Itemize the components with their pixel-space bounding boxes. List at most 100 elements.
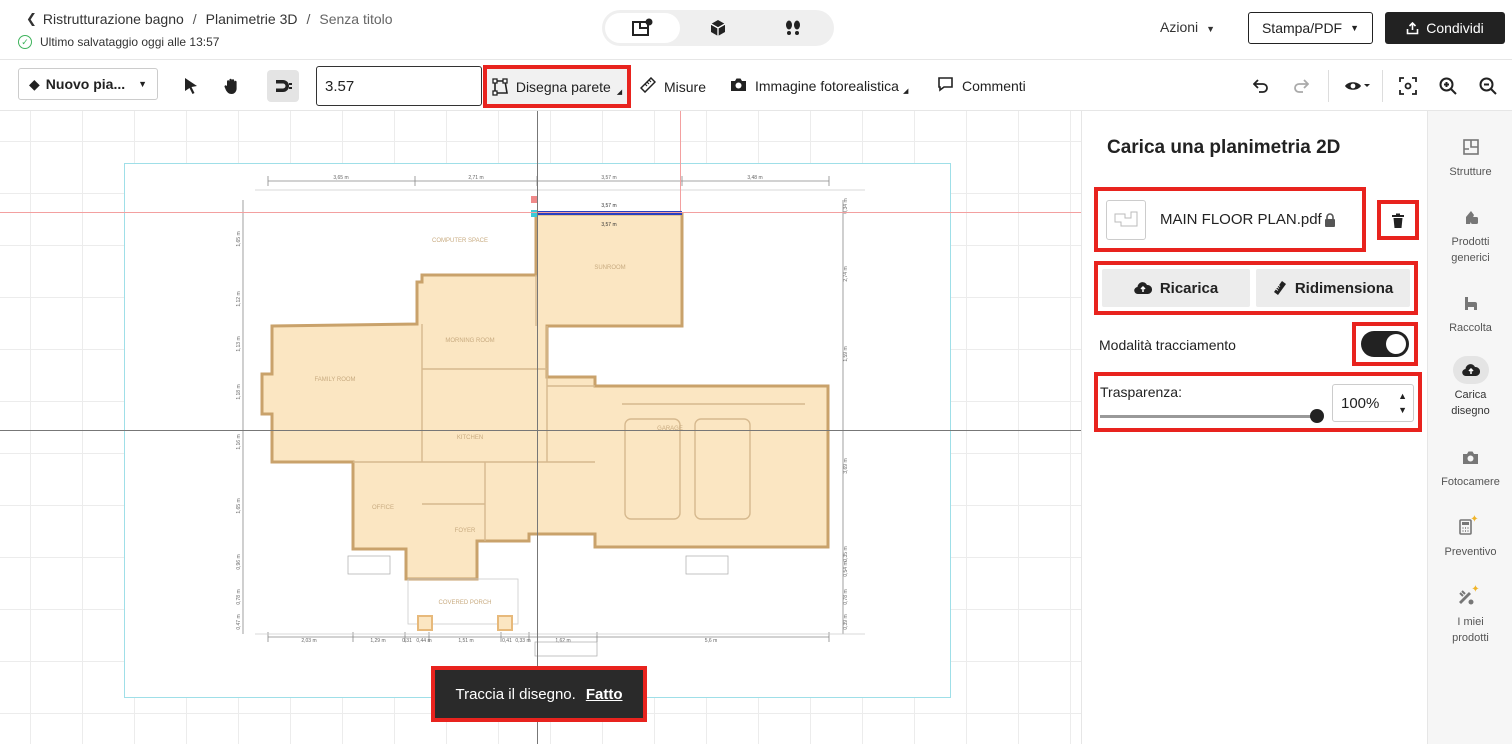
file-thumbnail xyxy=(1106,199,1146,240)
dim-bottom-7: 0,33 m xyxy=(515,638,530,644)
photoreal-label: Immagine fotorealistica xyxy=(755,78,899,94)
draw-wall-button[interactable]: Disegna parete ◢ xyxy=(483,65,631,108)
transparency-control: Trasparenza: 100% ▲ ▼ xyxy=(1094,372,1422,432)
cloud-upload-icon xyxy=(1134,282,1152,295)
dim-left-4: 1,18 m xyxy=(236,384,242,399)
dim-left-2: 1,12 m xyxy=(236,291,242,306)
print-pdf-button[interactable]: Stampa/PDF ▼ xyxy=(1248,12,1373,44)
dim-bottom-3: 0,31 xyxy=(402,638,412,644)
transparency-slider[interactable] xyxy=(1100,409,1324,423)
sidebar-item-estimate[interactable]: ✦ Preventivo xyxy=(1428,513,1512,560)
trace-done-link[interactable]: Fatto xyxy=(586,686,623,703)
structures-icon xyxy=(1453,133,1489,161)
comments-button[interactable]: Commenti xyxy=(937,76,1026,95)
room-label-morning: MORNING ROOM xyxy=(445,338,494,344)
vertical-guide-line xyxy=(680,111,681,211)
dim-top-1: 3,65 m xyxy=(333,175,348,181)
breadcrumb-item-project[interactable]: Ristrutturazione bagno xyxy=(43,11,184,27)
dim-bottom-1: 2,03 m xyxy=(301,638,316,644)
share-button[interactable]: Condividi xyxy=(1385,12,1505,44)
dim-right-4: 3,69 m xyxy=(843,458,849,473)
file-actions-row: Ricarica Ridimensiona xyxy=(1094,261,1418,315)
dim-right-5: 0,35 m xyxy=(843,546,849,561)
zoom-out-icon[interactable] xyxy=(1476,74,1500,98)
transparency-input[interactable]: 100% ▲ ▼ xyxy=(1332,384,1414,422)
breadcrumb-item-floorplans[interactable]: Planimetrie 3D xyxy=(206,11,298,27)
right-sidebar: Strutture Prodotti generici Raccolta Car… xyxy=(1427,111,1512,744)
room-label-sunroom: SUNROOM xyxy=(594,265,625,271)
sidebar-item-label: Fotocamere xyxy=(1441,476,1500,488)
dim-left-6: 1,65 m xyxy=(236,498,242,513)
selected-wall-length: 3,57 m xyxy=(601,203,616,209)
zoom-in-icon[interactable] xyxy=(1436,74,1460,98)
sidebar-item-generic-products[interactable]: Prodotti generici xyxy=(1428,203,1512,266)
wall-length-input[interactable]: 3.57 xyxy=(316,66,482,106)
room-label-office: OFFICE xyxy=(372,505,394,511)
trace-mode-toggle[interactable] xyxy=(1361,331,1409,357)
sparkle-icon: ✦ xyxy=(1471,583,1480,595)
dim-left-1: 1,65 m xyxy=(236,231,242,246)
measure-tool-button[interactable]: Misure xyxy=(639,76,707,96)
sidebar-item-structures[interactable]: Strutture xyxy=(1428,133,1512,180)
view-3d-button[interactable] xyxy=(680,13,755,43)
breadcrumb-current[interactable]: Senza titolo xyxy=(319,11,392,27)
photoreal-image-button[interactable]: Immagine fotorealistica ◢ xyxy=(730,77,908,95)
toolbar-divider xyxy=(1382,70,1383,102)
dim-left-7: 0,96 m xyxy=(236,554,242,569)
horizontal-guide-line xyxy=(0,212,1081,213)
dim-bottom-4: 0,44 m xyxy=(416,638,431,644)
dim-top-3: 3,57 m xyxy=(601,175,616,181)
undo-icon[interactable] xyxy=(1249,74,1273,98)
submenu-corner-icon: ◢ xyxy=(616,88,623,96)
back-chevron-icon[interactable]: ❮ xyxy=(26,11,37,27)
snap-magnet-icon[interactable] xyxy=(267,70,299,102)
wall-length-value: 3.57 xyxy=(325,78,355,95)
dim-left-9: 0,47 m xyxy=(236,614,242,629)
stepper-arrows-icon[interactable]: ▲ ▼ xyxy=(1398,389,1407,417)
sidebar-item-label: I miei prodotti xyxy=(1452,616,1489,644)
dim-bottom-5: 1,51 m xyxy=(458,638,473,644)
save-status: ✓ Ultimo salvataggio oggi alle 13:57 xyxy=(18,35,219,49)
dim-left-5: 1,16 m xyxy=(236,434,242,449)
room-label-garage: GARAGE xyxy=(657,426,683,432)
fit-view-icon[interactable] xyxy=(1396,74,1420,98)
sidebar-item-collection[interactable]: Raccolta xyxy=(1428,289,1512,336)
resize-button[interactable]: Ridimensiona xyxy=(1256,269,1410,307)
slider-thumb[interactable] xyxy=(1310,409,1324,423)
dim-top-4: 3,48 m xyxy=(747,175,762,181)
floorplan-2d-icon xyxy=(631,18,653,36)
floorplan-image: 3,65 m 2,71 m 3,57 m 3,48 m 2,03 m 1,29 … xyxy=(236,175,865,657)
sidebar-item-cameras[interactable]: Fotocamere xyxy=(1428,443,1512,490)
measure-label: Misure xyxy=(664,78,707,95)
delete-file-button[interactable] xyxy=(1377,200,1419,240)
resize-label: Ridimensiona xyxy=(1294,279,1394,297)
uploaded-file-card[interactable]: MAIN FLOOR PLAN.pdf xyxy=(1094,187,1366,252)
room-label-foyer: FOYER xyxy=(455,528,476,534)
view-walk-button[interactable] xyxy=(756,13,831,43)
sparkle-icon: ✦ xyxy=(1470,513,1479,525)
visibility-menu-icon[interactable] xyxy=(1340,74,1374,98)
pan-hand-icon[interactable] xyxy=(219,73,245,99)
floor-selector[interactable]: ◆ Nuovo pia... ▼ xyxy=(18,68,158,100)
view-2d-button[interactable] xyxy=(605,13,681,43)
collection-icon xyxy=(1453,289,1489,317)
sidebar-item-upload-drawing[interactable]: Carica disegno xyxy=(1428,356,1512,419)
transparency-value: 100% xyxy=(1341,394,1380,412)
ruler-icon xyxy=(639,76,657,96)
trace-hint-text: Traccia il disegno. xyxy=(455,685,576,703)
actions-menu[interactable]: Azioni ▼ xyxy=(1160,19,1215,35)
select-pointer-icon[interactable] xyxy=(178,73,204,99)
drawing-canvas[interactable]: 3,65 m 2,71 m 3,57 m 3,48 m 2,03 m 1,29 … xyxy=(0,111,1081,744)
dim-right-7: 0,78 m xyxy=(843,589,849,604)
redo-icon[interactable] xyxy=(1289,74,1313,98)
check-circle-icon: ✓ xyxy=(18,35,32,49)
sidebar-item-my-products[interactable]: ✦ I miei prodotti xyxy=(1428,583,1512,646)
caret-down-icon: ▼ xyxy=(138,79,147,89)
share-label: Condividi xyxy=(1426,20,1484,36)
dim-right-2: 2,74 m xyxy=(843,266,849,281)
reload-label: Ricarica xyxy=(1159,279,1219,297)
draw-wall-label: Disegna parete xyxy=(515,78,611,95)
reload-button[interactable]: Ricarica xyxy=(1102,269,1251,307)
floor-selector-label: Nuovo pia... xyxy=(45,76,126,92)
lock-icon xyxy=(1324,212,1335,227)
